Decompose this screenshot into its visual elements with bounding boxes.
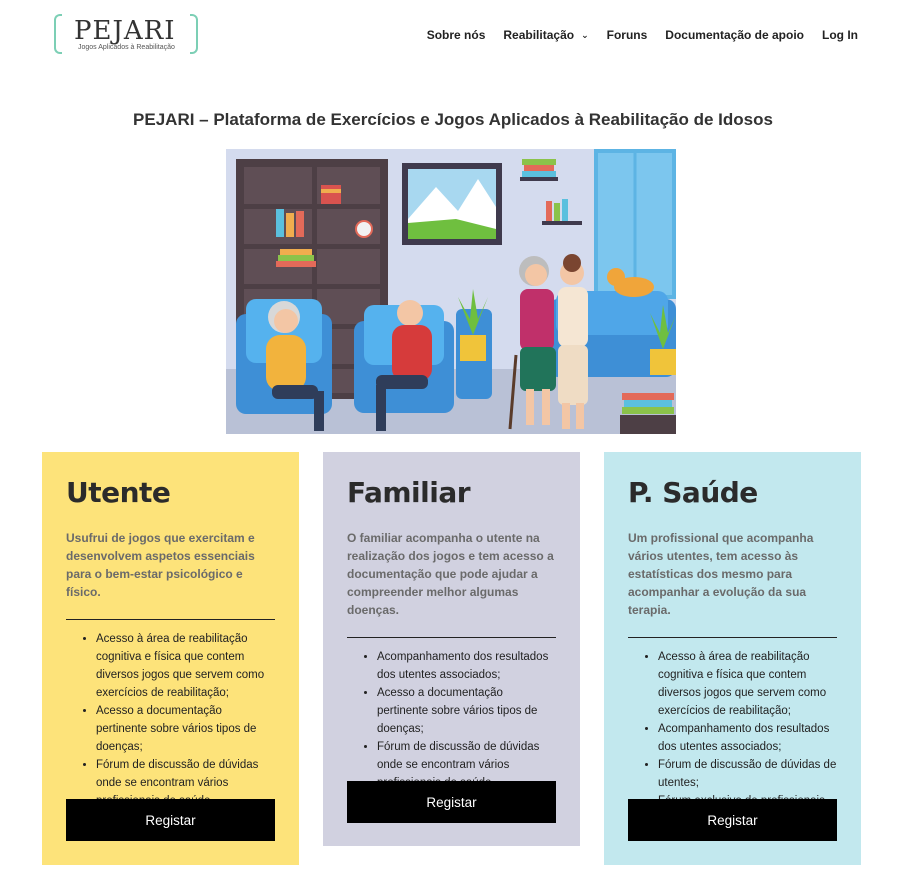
site-logo[interactable]: PEJARI Jogos Aplicados à Reabilitação xyxy=(52,12,200,58)
card-title: Utente xyxy=(66,476,171,509)
card-description: Um profissional que acompanha vários ute… xyxy=(628,531,814,617)
nav-item-foruns[interactable]: Foruns xyxy=(607,28,648,42)
list-item: Acesso à área de reabilitação cognitiva … xyxy=(658,648,837,720)
card-familiar: Familiar O familiar acompanha o utente n… xyxy=(323,452,580,846)
card-divider xyxy=(66,619,275,620)
logo-bracket-right xyxy=(190,14,198,54)
card-description: Usufrui de jogos que exercitam e desenvo… xyxy=(66,531,255,599)
card-p-saude: P. Saúde Um profissional que acompanha v… xyxy=(604,452,861,865)
logo-title: PEJARI xyxy=(74,16,176,46)
card-title: P. Saúde xyxy=(628,476,758,509)
register-button-p-saude[interactable]: Registar xyxy=(628,799,837,841)
list-item: Acesso a documentação pertinente sobre v… xyxy=(377,684,556,738)
list-item: Acompanhamento dos resultados dos utente… xyxy=(377,648,556,684)
card-utente: Utente Usufrui de jogos que exercitam e … xyxy=(42,452,299,865)
card-feature-list: Acesso à área de reabilitação cognitiva … xyxy=(66,630,275,810)
card-feature-list: Acompanhamento dos resultados dos utente… xyxy=(347,648,556,792)
logo-bracket-left xyxy=(54,14,62,54)
card-title: Familiar xyxy=(347,476,471,509)
nav-item-sobre-nos[interactable]: Sobre nós xyxy=(427,28,486,42)
nav-item-reabilitacao-label: Reabilitação xyxy=(503,28,575,42)
card-description: O familiar acompanha o utente na realiza… xyxy=(347,531,554,617)
register-button-utente[interactable]: Registar xyxy=(66,799,275,841)
chevron-down-icon: ⌄ xyxy=(581,30,589,40)
card-divider xyxy=(628,637,837,638)
logo-subtitle: Jogos Aplicados à Reabilitação xyxy=(78,44,175,51)
list-item: Acesso à área de reabilitação cognitiva … xyxy=(96,630,275,702)
site-header: PEJARI Jogos Aplicados à Reabilitação So… xyxy=(0,0,906,70)
register-button-familiar[interactable]: Registar xyxy=(347,781,556,823)
card-feature-list: Acesso à área de reabilitação cognitiva … xyxy=(628,648,837,810)
nav-item-documentacao[interactable]: Documentação de apoio xyxy=(665,28,804,42)
nav-item-login[interactable]: Log In xyxy=(822,28,858,42)
main-nav: Sobre nós Reabilitação ⌄ Foruns Documenta… xyxy=(427,28,858,42)
hero-illustration xyxy=(226,149,676,434)
page-title: PEJARI – Plataforma de Exercícios e Jogo… xyxy=(133,110,773,129)
card-divider xyxy=(347,637,556,638)
list-item: Acompanhamento dos resultados dos utente… xyxy=(658,720,837,756)
nav-item-reabilitacao[interactable]: Reabilitação ⌄ xyxy=(503,28,588,42)
list-item: Acesso a documentação pertinente sobre v… xyxy=(96,702,275,756)
list-item: Fórum de discussão de dúvidas de utentes… xyxy=(658,756,837,792)
